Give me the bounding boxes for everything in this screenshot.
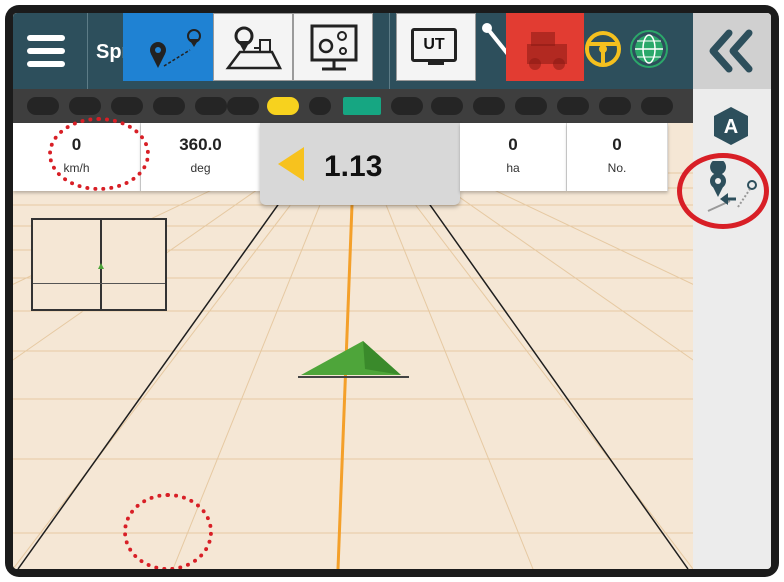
machine-button[interactable] [506, 13, 584, 81]
led-3 [111, 97, 143, 115]
speed-highlight-circle [48, 117, 150, 191]
mini-map-vehicle-icon [98, 263, 104, 269]
ut-button[interactable]: UT [396, 13, 476, 81]
led-6 [227, 97, 259, 115]
menu-button[interactable] [13, 13, 88, 89]
led-5 [195, 97, 227, 115]
double-chevron-left-icon [709, 29, 753, 73]
ut-label: UT [411, 28, 457, 62]
led-8 [309, 97, 331, 115]
cross-track-panel[interactable]: 1.13 [260, 123, 460, 205]
count-unit: No. [607, 161, 627, 175]
field-map-button[interactable] [213, 13, 293, 81]
led-1 [27, 97, 59, 115]
machine-icon [527, 32, 567, 70]
header-divider [389, 13, 390, 89]
field-pin-icon [225, 26, 283, 70]
menu-icon [27, 35, 65, 41]
count-value: 0 [612, 135, 622, 154]
led-16 [641, 97, 673, 115]
auto-mode-letter: A [724, 116, 738, 138]
monitor-gear-icon [310, 24, 358, 71]
heading-value: 360.0 [179, 135, 222, 154]
settings-button[interactable] [293, 13, 373, 81]
heading-unit: deg [190, 161, 211, 175]
area-value: 0 [508, 135, 518, 154]
guidance-button[interactable] [123, 13, 213, 81]
collapse-sidebar-button[interactable] [693, 13, 771, 89]
steering-wheel-icon[interactable] [585, 31, 621, 67]
led-14 [557, 97, 589, 115]
steer-left-arrow-icon [278, 147, 304, 181]
led-2 [69, 97, 101, 115]
led-10 [391, 97, 423, 115]
cross-track-value: 1.13 [324, 150, 383, 183]
guidance-highlight-circle [123, 493, 213, 569]
led-9 [343, 97, 381, 115]
display-bezel: Spring '22 [5, 5, 779, 577]
area-panel[interactable]: 0 ha [460, 123, 567, 191]
led-7 [267, 97, 299, 115]
mini-map[interactable] [31, 218, 167, 311]
led-15 [599, 97, 631, 115]
ut-monitor-stand [428, 62, 444, 71]
display-screen: Spring '22 [13, 13, 771, 569]
right-sidebar: A [693, 13, 771, 569]
guidance-guideline-icon [150, 29, 201, 68]
led-4 [153, 97, 185, 115]
led-13 [515, 97, 547, 115]
led-11 [431, 97, 463, 115]
gnss-globe-icon[interactable] [630, 30, 668, 68]
led-12 [473, 97, 505, 115]
area-unit: ha [506, 161, 520, 175]
guideline-switch-highlight-circle [677, 153, 769, 229]
count-panel[interactable]: 0 No. [567, 123, 668, 191]
heading-panel[interactable]: 360.0 deg [141, 123, 261, 191]
auto-mode-icon[interactable]: A [710, 105, 752, 147]
